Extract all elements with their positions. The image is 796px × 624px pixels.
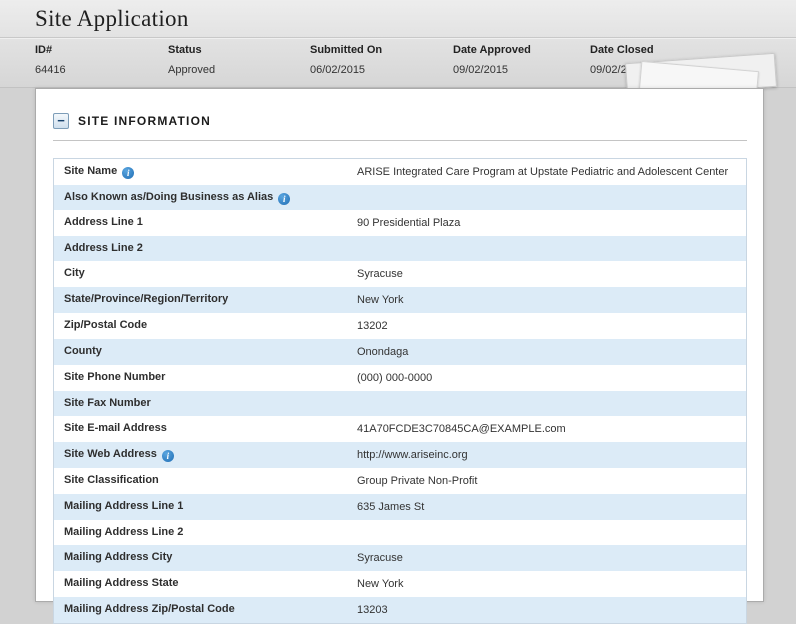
field-value: 90 Presidential Plaza bbox=[356, 210, 746, 236]
page-title: Site Application bbox=[35, 6, 189, 32]
field-label: Site Web Addressi bbox=[54, 442, 356, 468]
site-information-table: Site Namei ARISE Integrated Care Program… bbox=[53, 158, 747, 624]
field-label: Site Classification bbox=[54, 468, 356, 494]
field-value: Syracuse bbox=[356, 261, 746, 287]
field-value bbox=[356, 185, 746, 210]
collapse-minus-icon: − bbox=[57, 115, 65, 127]
section-divider bbox=[53, 140, 747, 141]
field-label: Site Fax Number bbox=[54, 391, 356, 416]
field-label: Address Line 2 bbox=[54, 236, 356, 261]
summary-field-label: Status bbox=[168, 44, 310, 56]
summary-field: ID# 64416 bbox=[35, 44, 168, 76]
table-row: Address Line 1 90 Presidential Plaza bbox=[54, 210, 746, 236]
table-row: Site Classification Group Private Non-Pr… bbox=[54, 468, 746, 494]
field-label: Mailing Address Zip/Postal Code bbox=[54, 597, 356, 623]
field-value bbox=[356, 520, 746, 545]
table-row: Site E-mail Address 41A70FCDE3C70845CA@E… bbox=[54, 416, 746, 442]
summary-field-label: ID# bbox=[35, 44, 168, 56]
table-row: Also Known as/Doing Business as Aliasi bbox=[54, 185, 746, 210]
table-row: Mailing Address State New York bbox=[54, 571, 746, 597]
table-row: Address Line 2 bbox=[54, 236, 746, 261]
field-label: Also Known as/Doing Business as Aliasi bbox=[54, 185, 356, 210]
title-divider bbox=[0, 37, 796, 38]
collapse-section-button[interactable]: − bbox=[53, 113, 69, 129]
field-label: Mailing Address State bbox=[54, 571, 356, 597]
info-icon[interactable]: i bbox=[278, 193, 290, 205]
field-label: Address Line 1 bbox=[54, 210, 356, 236]
summary-field-value: Approved bbox=[168, 64, 310, 76]
field-label: Site E-mail Address bbox=[54, 416, 356, 442]
summary-field-value: 06/02/2015 bbox=[310, 64, 453, 76]
field-label: Site Phone Number bbox=[54, 365, 356, 391]
field-value: Syracuse bbox=[356, 545, 746, 571]
field-value: 635 James St bbox=[356, 494, 746, 520]
table-row: Site Namei ARISE Integrated Care Program… bbox=[54, 159, 746, 185]
field-label: Mailing Address City bbox=[54, 545, 356, 571]
field-label: Zip/Postal Code bbox=[54, 313, 356, 339]
field-value bbox=[356, 236, 746, 261]
table-row: State/Province/Region/Territory New York bbox=[54, 287, 746, 313]
field-value: ARISE Integrated Care Program at Upstate… bbox=[356, 159, 746, 185]
table-row: Mailing Address Zip/Postal Code 13203 bbox=[54, 597, 746, 623]
summary-field-label: Date Approved bbox=[453, 44, 590, 56]
table-row: Site Web Addressi http://www.ariseinc.or… bbox=[54, 442, 746, 468]
summary-field-value: 64416 bbox=[35, 64, 168, 76]
table-row: City Syracuse bbox=[54, 261, 746, 287]
field-value: http://www.ariseinc.org bbox=[356, 442, 746, 468]
field-label: State/Province/Region/Territory bbox=[54, 287, 356, 313]
field-value: Onondaga bbox=[356, 339, 746, 365]
section-title: SITE INFORMATION bbox=[78, 114, 211, 128]
info-icon[interactable]: i bbox=[162, 450, 174, 462]
site-application-panel: − SITE INFORMATION Site Namei ARISE Inte… bbox=[35, 88, 764, 602]
field-label: City bbox=[54, 261, 356, 287]
field-value: 13203 bbox=[356, 597, 746, 623]
table-row: Site Fax Number bbox=[54, 391, 746, 416]
field-value: New York bbox=[356, 287, 746, 313]
summary-field-label: Submitted On bbox=[310, 44, 453, 56]
summary-field: Submitted On 06/02/2015 bbox=[310, 44, 453, 76]
table-row: Mailing Address Line 1 635 James St bbox=[54, 494, 746, 520]
summary-field: Status Approved bbox=[168, 44, 310, 76]
site-information-section-header: − SITE INFORMATION bbox=[36, 89, 763, 129]
field-value: 41A70FCDE3C70845CA@EXAMPLE.com bbox=[356, 416, 746, 442]
table-row: Mailing Address Line 2 bbox=[54, 520, 746, 545]
table-row: County Onondaga bbox=[54, 339, 746, 365]
summary-field: Date Approved 09/02/2015 bbox=[453, 44, 590, 76]
info-icon[interactable]: i bbox=[122, 167, 134, 179]
table-row: Site Phone Number (000) 000-0000 bbox=[54, 365, 746, 391]
field-label: County bbox=[54, 339, 356, 365]
field-value: New York bbox=[356, 571, 746, 597]
field-value: (000) 000-0000 bbox=[356, 365, 746, 391]
summary-field-value: 09/02/2015 bbox=[453, 64, 590, 76]
table-row: Mailing Address City Syracuse bbox=[54, 545, 746, 571]
field-value: 13202 bbox=[356, 313, 746, 339]
field-value: Group Private Non-Profit bbox=[356, 468, 746, 494]
field-value bbox=[356, 391, 746, 416]
table-row: Zip/Postal Code 13202 bbox=[54, 313, 746, 339]
field-label: Mailing Address Line 2 bbox=[54, 520, 356, 545]
field-label: Mailing Address Line 1 bbox=[54, 494, 356, 520]
field-label: Site Namei bbox=[54, 159, 356, 185]
